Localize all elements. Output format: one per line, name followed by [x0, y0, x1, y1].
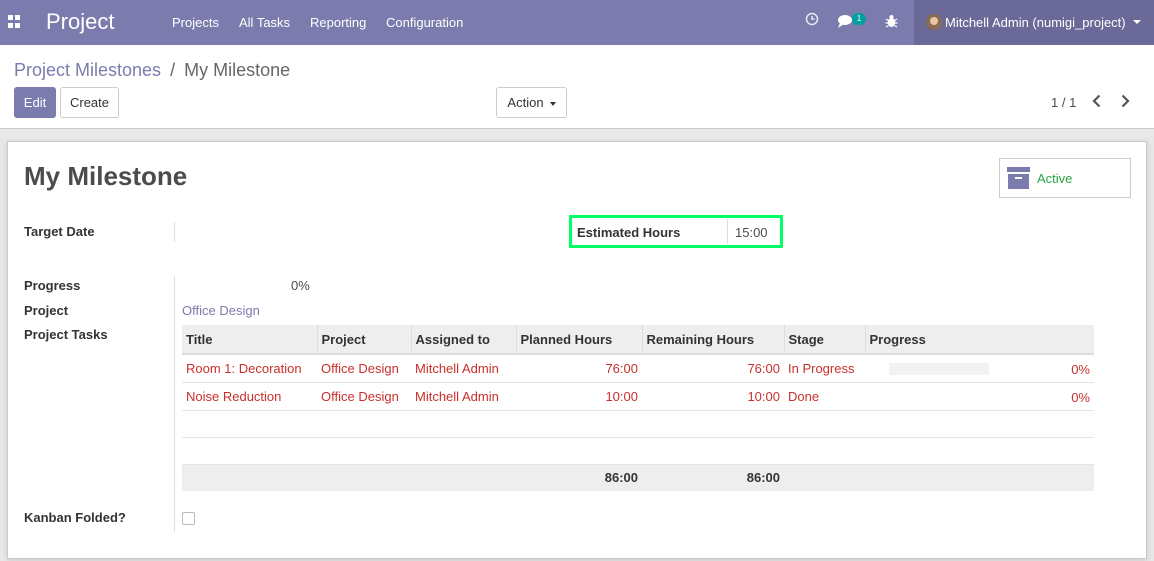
table-row[interactable]: Noise Reduction Office Design Mitchell A… [182, 382, 1094, 411]
task-progress: 0% [1071, 389, 1090, 405]
task-title: Room 1: Decoration [182, 354, 317, 383]
progress-bar [889, 363, 989, 375]
user-menu[interactable]: Mitchell Admin (numigi_project) [914, 0, 1154, 45]
column-header-assigned-to[interactable]: Assigned to [410, 325, 516, 355]
progress-label: Progress [24, 278, 81, 293]
task-project: Office Design [317, 382, 411, 411]
task-assigned-to: Mitchell Admin [411, 354, 516, 383]
task-remaining-hours: 10:00 [642, 382, 784, 411]
app-brand[interactable]: Project [46, 9, 114, 35]
project-label: Project [24, 303, 69, 318]
active-label: Active [1037, 171, 1073, 186]
breadcrumb-parent-link[interactable]: Project Milestones [14, 60, 161, 80]
pager-value[interactable]: 1 / 1 [1051, 95, 1076, 110]
chevron-right-icon[interactable] [1116, 92, 1134, 110]
control-panel: Project Milestones / My Milestone Edit C… [0, 45, 1154, 129]
menu-all-tasks[interactable]: All Tasks [239, 15, 290, 30]
task-planned-hours: 76:00 [516, 354, 642, 383]
totals-row: 86:00 86:00 [182, 464, 1094, 491]
menu-projects[interactable]: Projects [172, 15, 219, 30]
caret-down-icon [549, 101, 556, 106]
task-planned-hours: 10:00 [516, 382, 642, 411]
user-avatar [926, 14, 942, 30]
archive-icon [1007, 167, 1030, 189]
kanban-folded-label: Kanban Folded? [24, 510, 126, 525]
table-header-row: Title Project Assigned to Planned Hours … [182, 325, 1094, 355]
project-tasks-table: Title Project Assigned to Planned Hours … [182, 325, 1094, 491]
empty-row [182, 410, 1094, 438]
messages-count-badge: 1 [852, 13, 866, 25]
total-planned-hours: 86:00 [516, 464, 642, 491]
kanban-folded-checkbox[interactable] [182, 512, 195, 525]
chevron-down-icon [1133, 20, 1141, 24]
action-label: Action [507, 95, 544, 110]
column-header-stage[interactable]: Stage [783, 325, 865, 355]
task-progress-cell: 0% [865, 354, 1094, 383]
active-toggle-button[interactable]: Active [999, 158, 1131, 198]
task-stage: Done [784, 382, 865, 411]
task-progress-cell: 0% [865, 382, 1094, 411]
form-sheet: My Milestone Active Target Date Estimate… [7, 141, 1147, 559]
empty-row [182, 437, 1094, 465]
task-stage: In Progress [784, 354, 865, 383]
task-assigned-to: Mitchell Admin [411, 382, 516, 411]
total-remaining-hours: 86:00 [642, 464, 784, 491]
estimated-hours-highlight: Estimated Hours 15:00 [569, 215, 783, 248]
top-navbar: Project Projects All Tasks Reporting Con… [0, 0, 1154, 45]
task-progress: 0% [1071, 362, 1090, 377]
column-header-project[interactable]: Project [316, 325, 411, 355]
target-date-field[interactable] [182, 224, 562, 242]
field-divider [174, 222, 175, 242]
edit-button[interactable]: Edit [14, 87, 56, 118]
estimated-hours-label: Estimated Hours [577, 225, 681, 240]
field-divider [727, 219, 728, 244]
menu-reporting[interactable]: Reporting [310, 15, 366, 30]
task-remaining-hours: 76:00 [642, 354, 784, 383]
breadcrumb: Project Milestones / My Milestone [14, 60, 290, 81]
column-header-progress[interactable]: Progress [864, 325, 1094, 355]
action-dropdown-button[interactable]: Action [496, 87, 567, 118]
column-header-title[interactable]: Title [182, 325, 317, 355]
project-tasks-label: Project Tasks [24, 327, 108, 342]
create-button[interactable]: Create [60, 87, 119, 118]
field-divider [174, 276, 175, 532]
column-header-planned-hours[interactable]: Planned Hours [515, 325, 642, 355]
progress-value: 0% [291, 278, 310, 293]
table-row[interactable]: Room 1: Decoration Office Design Mitchel… [182, 354, 1094, 383]
task-project: Office Design [317, 354, 411, 383]
menu-configuration[interactable]: Configuration [386, 15, 463, 30]
chevron-left-icon[interactable] [1088, 92, 1106, 110]
record-title: My Milestone [24, 161, 188, 191]
apps-menu-icon[interactable] [8, 15, 21, 28]
task-title: Noise Reduction [182, 382, 317, 411]
user-name: Mitchell Admin (numigi_project) [945, 15, 1126, 30]
bug-icon[interactable] [885, 14, 898, 28]
estimated-hours-value[interactable]: 15:00 [735, 225, 768, 240]
clock-icon[interactable] [805, 12, 819, 26]
breadcrumb-separator: / [170, 60, 176, 80]
breadcrumb-current: My Milestone [184, 60, 291, 80]
target-date-label: Target Date [24, 224, 95, 239]
project-link[interactable]: Office Design [182, 303, 260, 318]
column-header-remaining-hours[interactable]: Remaining Hours [641, 325, 784, 355]
